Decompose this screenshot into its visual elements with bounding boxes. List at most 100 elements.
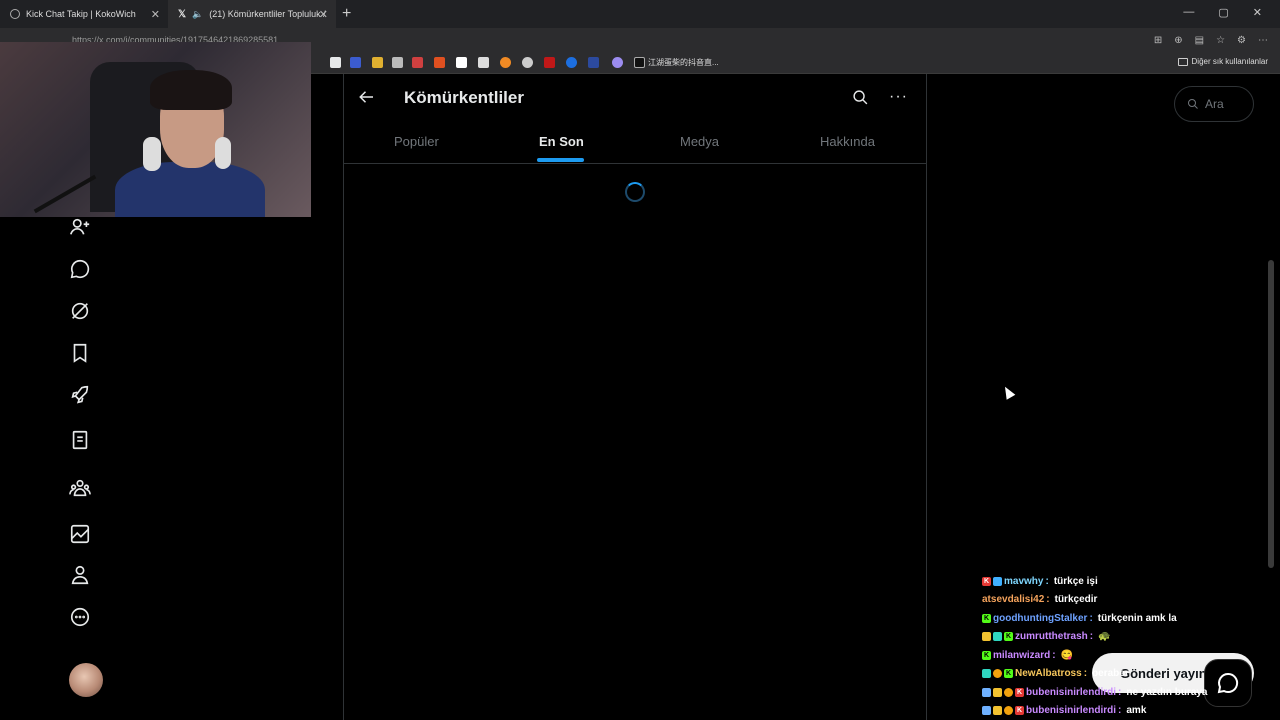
window-controls: — ▢ ✕ — [1165, 0, 1280, 25]
community-main: Kömürkentliler ··· Popüler En Son Medya … — [343, 74, 927, 720]
bookmark-icon[interactable] — [588, 57, 599, 68]
chat-text: türkçe işi — [1053, 575, 1098, 587]
gold-badge-icon — [993, 669, 1002, 679]
profile-icon[interactable] — [69, 564, 91, 586]
chat-username: bubenisinirlendirdi — [1026, 705, 1117, 717]
zoom-icon[interactable]: ⊕ — [1174, 35, 1182, 46]
grok-icon[interactable] — [69, 300, 91, 322]
stream-chat-overlay: Kmavwhy: türkçe işi atsevdalisi42: türkçedi… — [982, 572, 1272, 720]
search-input[interactable]: Ara — [1174, 86, 1254, 122]
chat-message: atsevdalisi42: türkçedir — [982, 591, 1272, 610]
tab-kick-chat[interactable]: Kick Chat Takip | KokoWich ✕ — [0, 0, 168, 28]
tab-popular[interactable]: Popüler — [394, 134, 439, 149]
bookmark-icon[interactable] — [69, 342, 91, 364]
communities-icon[interactable] — [69, 477, 91, 499]
chat-message: Kbubenisinirlendirdi: amk — [982, 702, 1272, 720]
webcam-overlay — [0, 42, 311, 217]
teal-badge-icon — [982, 669, 991, 679]
analytics-icon[interactable] — [69, 523, 91, 545]
community-tabs: Popüler En Son Medya Hakkında — [344, 120, 927, 164]
tab-label: Kick Chat Takip | KokoWich — [26, 9, 136, 19]
tiktok-icon[interactable] — [634, 57, 645, 68]
bookmark-icon[interactable] — [372, 57, 383, 68]
bookmark-icon[interactable] — [566, 57, 577, 68]
chat-username: bubenisinirlendirdi — [1026, 686, 1117, 698]
chat-message: Kmavwhy: türkçe işi — [982, 572, 1272, 591]
bookmark-icon[interactable] — [500, 57, 511, 68]
k-badge-icon: K — [1004, 669, 1013, 679]
tab-latest[interactable]: En Son — [539, 134, 584, 149]
sword-badge-icon — [982, 687, 991, 697]
bookmark-icon[interactable] — [478, 57, 489, 68]
mouse-cursor — [1000, 384, 1016, 400]
sword-badge-icon — [982, 706, 991, 716]
star-icon[interactable]: ☆ — [1216, 35, 1225, 46]
account-avatar[interactable] — [69, 663, 103, 697]
chat-message: K NewAlbatross: beraber — [982, 665, 1272, 684]
bookmark-icon[interactable] — [456, 57, 467, 68]
maximize-button[interactable]: ▢ — [1218, 6, 1228, 19]
rocket-icon[interactable] — [69, 384, 91, 406]
crown-badge-icon — [982, 632, 991, 642]
chat-message: Kbubenisinirlendirdi: ne yazdın buraya — [982, 683, 1272, 702]
bookmark-icon[interactable] — [612, 57, 623, 68]
microphone-arm — [33, 174, 97, 214]
bookmark-icon[interactable] — [544, 57, 555, 68]
chat-separator: : — [1052, 649, 1056, 661]
tab-media[interactable]: Medya — [680, 134, 719, 149]
chat-message: Kmilanwizard: 😋 — [982, 646, 1272, 665]
chat-message: KgoodhuntingStalker: türkçenin amk la — [982, 609, 1272, 628]
bookmark-icon[interactable] — [434, 57, 445, 68]
chat-username: milanwizard — [993, 649, 1051, 661]
crown-badge-icon — [993, 687, 1002, 697]
minimize-button[interactable]: — — [1183, 6, 1194, 19]
bookmark-icon[interactable] — [522, 57, 533, 68]
reader-icon[interactable]: ▤ — [1195, 35, 1204, 46]
person-hair — [150, 70, 232, 110]
active-tab-indicator — [537, 158, 584, 162]
split-icon[interactable]: ⊞ — [1154, 35, 1162, 46]
chat-username: atsevdalisi42 — [982, 594, 1045, 606]
k-badge-icon: K — [1004, 632, 1013, 642]
other-bookmarks[interactable]: Diğer sık kullanılanlar — [1177, 57, 1268, 66]
bookmark-label[interactable]: 江湖蛋柴的抖音直... — [648, 57, 719, 68]
red-k-badge-icon: K — [982, 576, 991, 586]
more-icon[interactable]: ··· — [889, 88, 908, 106]
follow-icon[interactable] — [69, 216, 91, 238]
chat-text: türkçenin amk la — [1097, 612, 1177, 624]
x-logo-icon: 𝕏 — [178, 8, 187, 20]
close-icon[interactable]: ✕ — [151, 8, 160, 21]
close-icon[interactable]: ✕ — [319, 8, 328, 21]
page-title: Kömürkentliler — [404, 88, 524, 107]
search-icon[interactable] — [852, 89, 869, 111]
chat-username: mavwhy — [1004, 575, 1044, 587]
bookmark-x-icon[interactable] — [330, 57, 341, 68]
community-header: Kömürkentliler ··· — [344, 74, 927, 120]
person-body — [115, 162, 265, 217]
list-icon[interactable] — [69, 429, 91, 451]
tab-community[interactable]: 𝕏 🔈 (21) Kömürkentliler Topluluk / ✕ — [168, 0, 336, 28]
speaker-icon[interactable]: 🔈 — [192, 9, 203, 20]
chat-separator: : — [1083, 668, 1088, 680]
back-arrow-icon[interactable] — [358, 88, 376, 106]
scrollbar[interactable] — [1268, 260, 1274, 568]
more-options-icon[interactable] — [69, 606, 91, 628]
headset — [215, 137, 231, 169]
chat-message: Kzumrutthetrash: 🐢 — [982, 628, 1272, 647]
browser-tab-bar: Kick Chat Takip | KokoWich ✕ 𝕏 🔈 (21) Kö… — [0, 0, 1280, 28]
chat-separator: : — [1089, 612, 1093, 624]
chat-icon[interactable] — [69, 258, 91, 280]
bookmark-icon[interactable] — [412, 57, 423, 68]
extension-icon[interactable]: ⚙ — [1237, 35, 1246, 46]
chat-text: ne yazdın buraya — [1126, 686, 1208, 698]
folder-icon — [1177, 57, 1188, 66]
tab-about[interactable]: Hakkında — [820, 134, 875, 149]
menu-icon[interactable]: ⋯ — [1258, 35, 1268, 46]
chat-username: zumrutthetrash — [1015, 631, 1088, 643]
close-window-button[interactable]: ✕ — [1253, 6, 1262, 19]
new-tab-button[interactable]: + — [342, 5, 351, 23]
gold-badge-icon — [1004, 706, 1013, 716]
tab-label: (21) Kömürkentliler Topluluk / — [209, 9, 326, 19]
bookmark-icon[interactable] — [392, 57, 403, 68]
bookmark-icon[interactable] — [350, 57, 361, 68]
